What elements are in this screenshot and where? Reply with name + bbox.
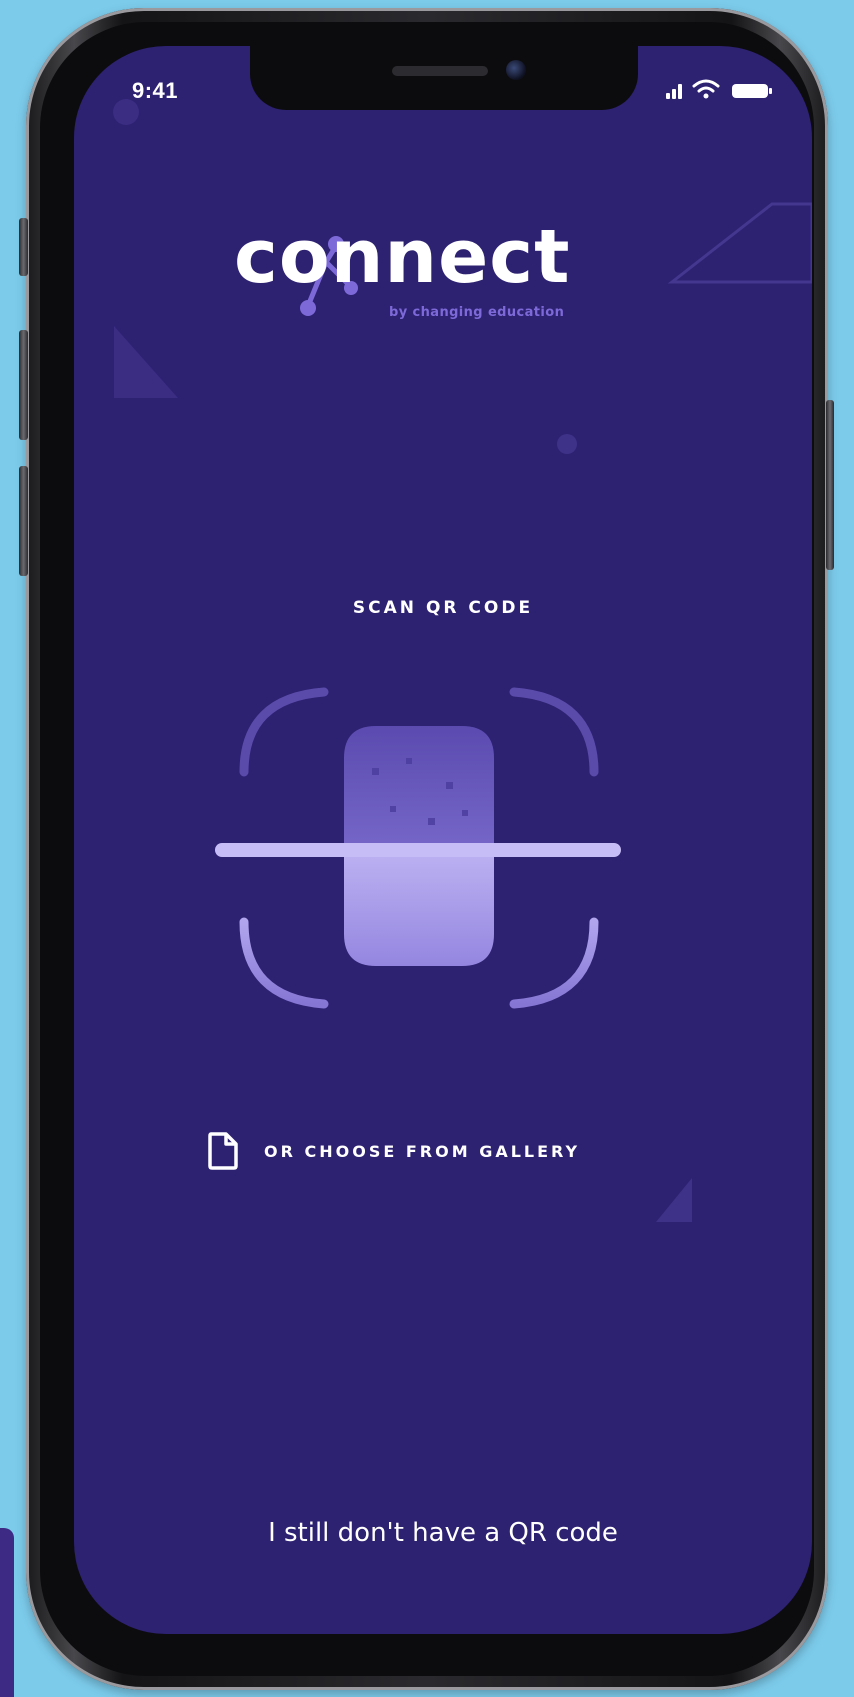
choose-from-gallery-link[interactable]: OR CHOOSE FROM GALLERY bbox=[206, 1128, 580, 1174]
connect-logo: connect by changing education bbox=[74, 204, 812, 354]
scan-qr-title: SCAN QR CODE bbox=[352, 598, 534, 618]
logo-wordmark: connect bbox=[234, 214, 571, 300]
volume-down-button bbox=[19, 466, 28, 576]
volume-up-button bbox=[19, 330, 28, 440]
earpiece-speaker bbox=[392, 66, 488, 76]
no-qr-code-link[interactable]: I still don't have a QR code bbox=[74, 1518, 812, 1548]
app-screen: 9:41 connect by changing education SCAN … bbox=[74, 46, 812, 1634]
signal-icon bbox=[666, 84, 682, 99]
power-button bbox=[826, 400, 834, 570]
qr-scanner-frame[interactable] bbox=[214, 682, 674, 1062]
status-icons-svg bbox=[666, 79, 772, 99]
qr-scan-frame-icon bbox=[215, 687, 621, 1009]
silent-switch bbox=[19, 218, 28, 276]
corner-tab bbox=[0, 1528, 14, 1697]
status-icons bbox=[666, 76, 776, 104]
wifi-icon bbox=[692, 79, 720, 99]
device-notch bbox=[250, 46, 638, 110]
gallery-label: OR CHOOSE FROM GALLERY bbox=[264, 1141, 581, 1161]
front-camera bbox=[506, 60, 526, 80]
file-icon bbox=[208, 1132, 238, 1170]
logo-tagline: by changing education bbox=[389, 305, 565, 320]
status-time: 9:41 bbox=[132, 78, 179, 103]
battery-icon bbox=[732, 84, 772, 98]
